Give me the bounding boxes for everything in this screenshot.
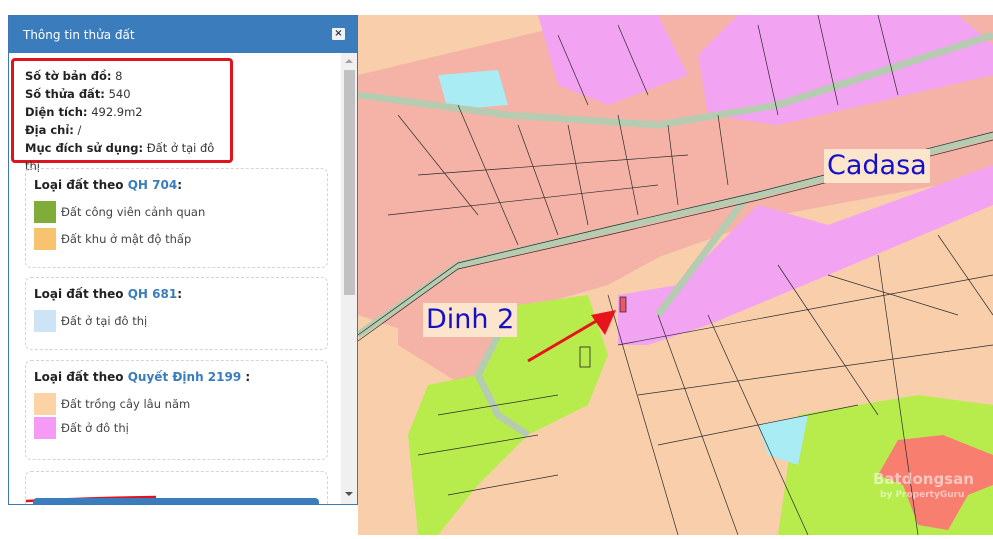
panel-body: Số tờ bản đồ: 8 Số thửa đất: 540 Diện tí… bbox=[9, 53, 341, 504]
watermark: Batdongsan bbox=[873, 470, 974, 488]
legend-item: Đất trồng cây lâu năm bbox=[34, 393, 327, 415]
land-map[interactable]: Cadasa Dinh 2 Batdongsan by PropertyGuru bbox=[355, 14, 993, 536]
color-swatch bbox=[34, 228, 56, 250]
watermark-sub: by PropertyGuru bbox=[880, 490, 965, 500]
scroll-up-icon[interactable] bbox=[345, 59, 353, 63]
info-parcel-number: Số thửa đất: 540 bbox=[25, 87, 131, 101]
card-title: Loại đất theo Quyết Định 2199 : bbox=[34, 370, 251, 384]
card-qd2199: Loại đất theo Quyết Định 2199 : Đất trồn… bbox=[25, 360, 328, 460]
color-swatch bbox=[34, 201, 56, 223]
legend-item: Đất ở đô thị bbox=[34, 417, 327, 439]
parcel-info-panel: Thông tin thửa đất × Số tờ bản đồ: 8 Số … bbox=[8, 15, 358, 505]
card-qh704: Loại đất theo QH 704: Đất công viên cảnh… bbox=[25, 168, 328, 268]
info-address: Địa chỉ: / bbox=[25, 123, 82, 137]
map-label-dinh2: Dinh 2 bbox=[423, 303, 518, 337]
color-swatch bbox=[34, 310, 56, 332]
card-qh681: Loại đất theo QH 681: Đất ở tại đô thị bbox=[25, 277, 328, 350]
scrollbar[interactable] bbox=[341, 53, 357, 504]
scroll-down-icon[interactable] bbox=[345, 492, 353, 496]
link-qh681[interactable]: QH 681 bbox=[128, 287, 177, 301]
legend-item: Đất công viên cảnh quan bbox=[34, 201, 327, 223]
link-qh704[interactable]: QH 704 bbox=[128, 178, 177, 192]
panel-title: Thông tin thửa đất bbox=[23, 27, 135, 42]
map-canvas[interactable] bbox=[355, 14, 993, 536]
link-qd2199[interactable]: Quyết Định 2199 bbox=[128, 370, 241, 384]
info-area: Diện tích: 492.9m2 bbox=[25, 105, 143, 119]
color-swatch bbox=[34, 393, 56, 415]
legend-item: Đất ở tại đô thị bbox=[34, 310, 327, 332]
card-title: Loại đất theo QH 704: bbox=[34, 178, 183, 192]
card-title: Loại đất theo QH 681: bbox=[34, 287, 183, 301]
parcel-info-box: Số tờ bản đồ: 8 Số thửa đất: 540 Diện tí… bbox=[11, 58, 233, 173]
color-swatch bbox=[34, 417, 56, 439]
action-button[interactable] bbox=[33, 498, 319, 504]
map-label-cadasa: Cadasa bbox=[824, 149, 930, 183]
legend-item: Đất khu ở mật độ thấp bbox=[34, 228, 327, 250]
close-icon[interactable]: × bbox=[332, 28, 345, 40]
selected-parcel[interactable] bbox=[619, 296, 627, 313]
info-map-sheet: Số tờ bản đồ: 8 bbox=[25, 69, 123, 83]
scrollbar-thumb[interactable] bbox=[344, 70, 355, 295]
panel-header: Thông tin thửa đất × bbox=[9, 16, 357, 53]
